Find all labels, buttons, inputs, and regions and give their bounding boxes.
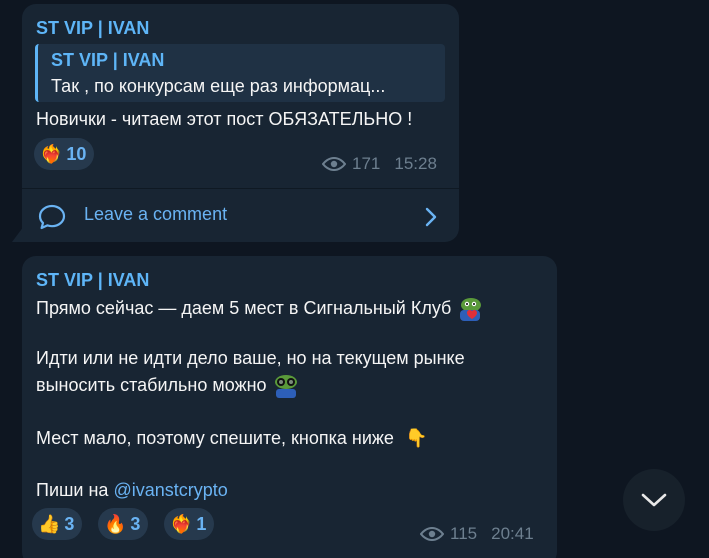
chevron-right-icon	[425, 207, 437, 227]
eye-icon	[420, 526, 444, 542]
views-count: 115	[450, 524, 478, 543]
views-count: 171	[352, 154, 381, 173]
line-text: Прямо сейчас — даем 5 мест в Сигнальный …	[36, 298, 452, 318]
scroll-to-bottom-button[interactable]	[623, 469, 685, 531]
message-line-1: Прямо сейчас — даем 5 мест в Сигнальный …	[36, 296, 484, 322]
mention-link[interactable]: @ivanstcrypto	[113, 480, 227, 500]
pepe-sunglasses-sticker-icon	[274, 375, 297, 399]
reply-text: Так , по конкурсам еще раз информац...	[51, 76, 386, 96]
comment-bubble-icon	[38, 204, 66, 230]
message-meta: 115 20:41	[420, 524, 534, 544]
message-time: 20:41	[491, 524, 534, 543]
leave-comment-label: Leave a comment	[84, 204, 228, 224]
line-text: Пиши на	[36, 480, 109, 500]
reaction-count: 3	[64, 513, 75, 534]
heart-fire-icon: ❤️‍🔥	[170, 514, 193, 534]
chevron-down-icon	[641, 493, 667, 507]
reaction-count: 3	[130, 513, 141, 534]
reaction-fire[interactable]: 🔥 3	[98, 508, 149, 540]
pointing-down-icon: 👇	[404, 428, 428, 448]
line-text: Мест мало, поэтому спешите, кнопка ниже	[36, 428, 394, 448]
message-bubble-1[interactable]: ST VIP | IVAN ST VIP | IVAN Так , по кон…	[22, 4, 459, 242]
leave-comment-button[interactable]: Leave a comment	[22, 192, 459, 238]
message-time: 15:28	[394, 154, 437, 173]
message-line-4: Мест мало, поэтому спешите, кнопка ниже …	[36, 426, 427, 450]
eye-icon	[322, 156, 346, 172]
divider	[22, 188, 459, 189]
message-line-2: Идти или не идти дело ваше, но на текуще…	[36, 348, 465, 368]
message-line-5: Пиши на @ivanstcrypto	[36, 478, 228, 502]
fire-icon: 🔥	[104, 514, 127, 534]
pepe-heart-sticker-icon	[460, 298, 482, 322]
thumbs-up-icon: 👍	[38, 514, 61, 534]
reaction-heart-fire[interactable]: ❤️‍🔥 10	[34, 138, 95, 170]
message-author[interactable]: ST VIP | IVAN	[36, 18, 149, 39]
reply-quote[interactable]: ST VIP | IVAN Так , по конкурсам еще раз…	[35, 44, 445, 102]
reaction-thumbs-up[interactable]: 👍 3	[32, 508, 83, 540]
message-author[interactable]: ST VIP | IVAN	[36, 270, 149, 291]
reply-author: ST VIP | IVAN	[51, 50, 165, 70]
message-meta: 171 15:28	[322, 154, 437, 174]
message-line-3: выносить стабильно можно	[36, 373, 300, 399]
message-bubble-2[interactable]: ST VIP | IVAN Прямо сейчас — даем 5 мест…	[22, 256, 557, 558]
heart-fire-icon: ❤️‍🔥	[40, 144, 63, 164]
reaction-count: 10	[66, 143, 87, 164]
line-text: выносить стабильно можно	[36, 375, 267, 395]
reaction-count: 1	[196, 513, 207, 534]
message-text: Новички - читаем этот пост ОБЯЗАТЕЛЬНО !	[36, 109, 413, 129]
reaction-heart-fire[interactable]: ❤️‍🔥 1	[164, 508, 215, 540]
